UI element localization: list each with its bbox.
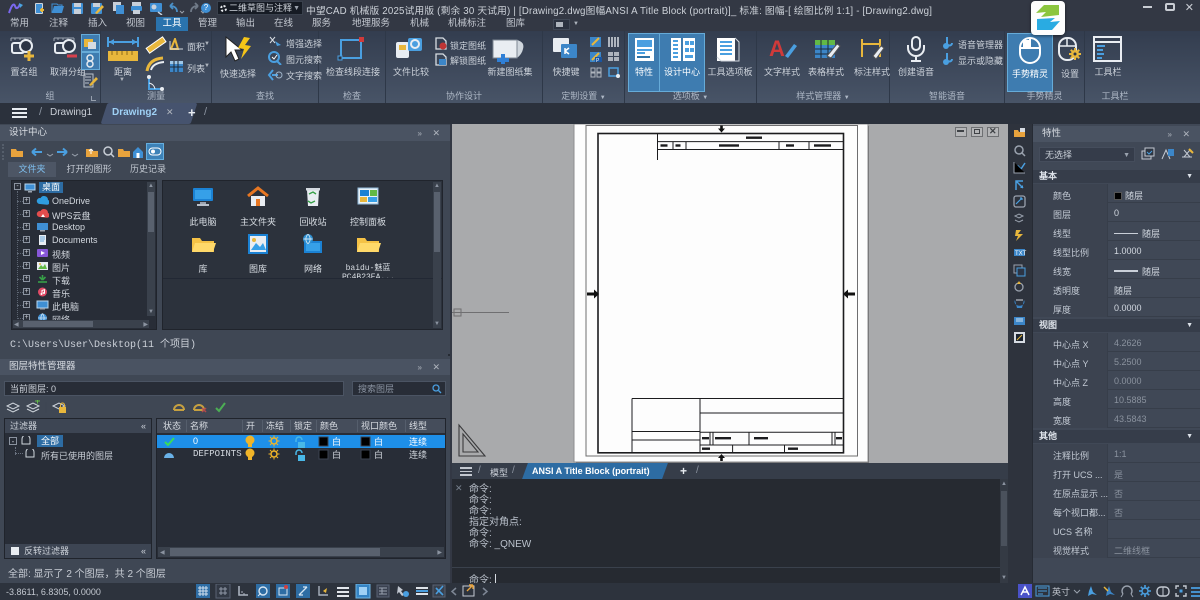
svg-text:连续: 连续 xyxy=(409,436,427,447)
svg-text:英寸: 英寸 xyxy=(1052,586,1070,597)
svg-text:白: 白 xyxy=(332,449,341,460)
svg-text:A: A xyxy=(769,36,785,61)
svg-text:白: 白 xyxy=(374,449,383,460)
svg-text:白: 白 xyxy=(332,436,341,447)
svg-text:白: 白 xyxy=(374,436,383,447)
svg-text:连续: 连续 xyxy=(409,449,427,460)
svg-text:TXT: TXT xyxy=(1015,251,1027,257)
